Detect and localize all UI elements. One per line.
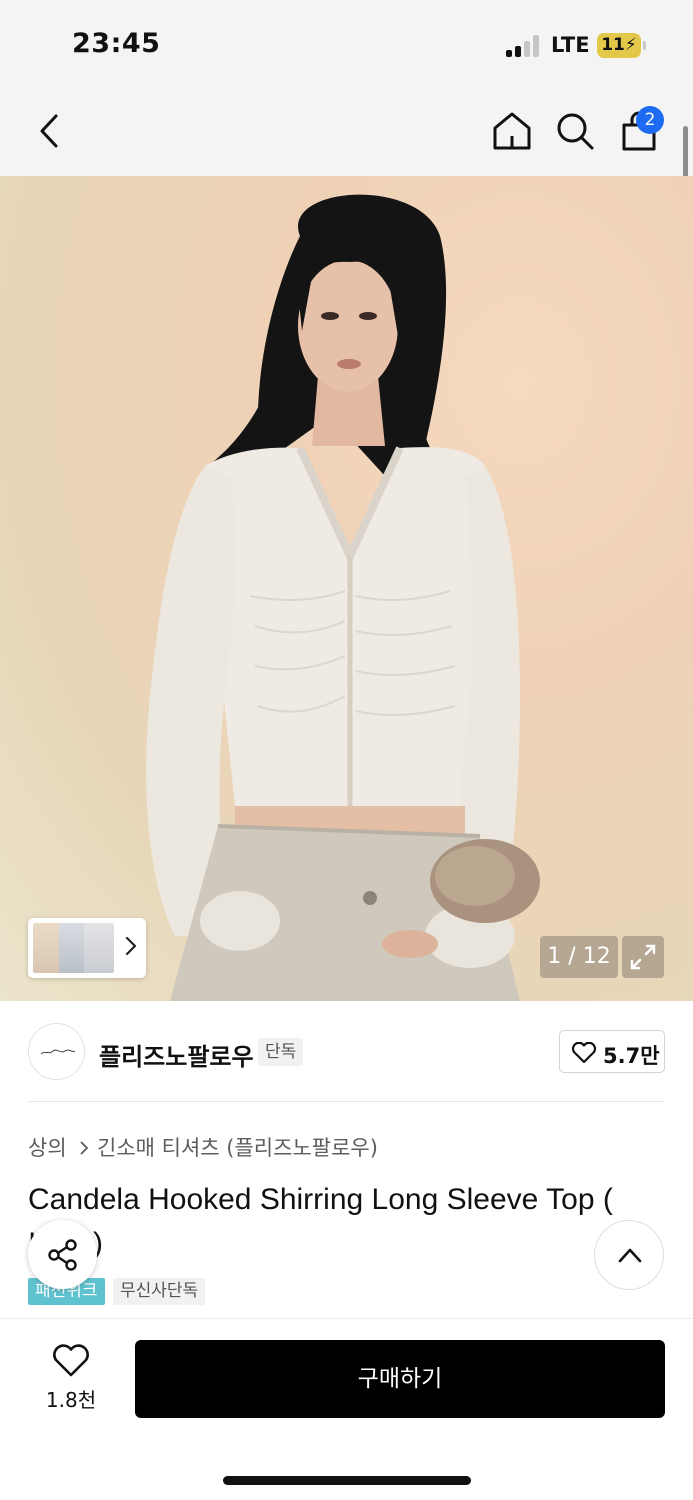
- image-page-counter: 1 / 12: [540, 936, 618, 978]
- share-icon: [48, 1239, 77, 1271]
- brand-logo-mark: [40, 1049, 76, 1055]
- search-icon[interactable]: [553, 109, 597, 153]
- status-time: 23:45: [72, 28, 161, 59]
- nav-bar: [0, 90, 693, 176]
- brand-row[interactable]: 플리즈노팔로우 단독 5.7만: [0, 1001, 693, 1101]
- product-image[interactable]: [0, 176, 693, 1001]
- breadcrumb-category[interactable]: 상의: [28, 1132, 67, 1162]
- wishlist-button[interactable]: 1.8천: [30, 1340, 112, 1418]
- brand-logo[interactable]: [28, 1023, 85, 1080]
- exclusive-badge: 단독: [258, 1038, 304, 1066]
- wishlist-count: 1.8천: [45, 1388, 97, 1412]
- heart-icon: [53, 1344, 89, 1377]
- chevron-left-icon[interactable]: [34, 110, 66, 152]
- cart-count-badge[interactable]: 2: [636, 106, 664, 134]
- battery-tip: [643, 41, 646, 50]
- chevron-right-icon: [80, 1141, 89, 1155]
- expand-arrows-icon: [630, 944, 656, 970]
- brand-like-button[interactable]: 5.7만: [559, 1030, 665, 1073]
- product-title: Candela Hooked Shirring Long Sleeve Top …: [28, 1183, 613, 1260]
- home-icon[interactable]: [490, 109, 534, 153]
- scroll-to-top-button[interactable]: [594, 1220, 664, 1290]
- home-indicator[interactable]: [223, 1476, 471, 1485]
- chevron-up-icon: [618, 1248, 642, 1263]
- musinsa-exclusive-tag: 무신사단독: [113, 1278, 206, 1305]
- share-button[interactable]: [28, 1220, 97, 1289]
- divider: [28, 1101, 665, 1102]
- expand-image-button[interactable]: [622, 936, 664, 978]
- model-photo: [146, 194, 540, 1001]
- battery-icon: 11⚡: [597, 33, 641, 58]
- thumbnail-strip[interactable]: [28, 918, 146, 978]
- brand-like-count: 5.7만: [603, 1044, 660, 1068]
- battery-level: 11: [601, 35, 625, 55]
- buy-button[interactable]: 구매하기: [135, 1340, 665, 1418]
- breadcrumb-subcategory[interactable]: 긴소매 티셔츠 (플리즈노팔로우): [97, 1132, 378, 1162]
- heart-icon: [571, 1042, 597, 1064]
- thumbnail-image[interactable]: [84, 923, 114, 973]
- network-type: LTE: [551, 33, 590, 57]
- signal-strength-icon: [506, 35, 544, 57]
- brand-name[interactable]: 플리즈노팔로우: [99, 1037, 254, 1072]
- status-bar: 23:45 LTE 11⚡: [0, 0, 693, 90]
- chevron-right-icon[interactable]: [123, 932, 139, 960]
